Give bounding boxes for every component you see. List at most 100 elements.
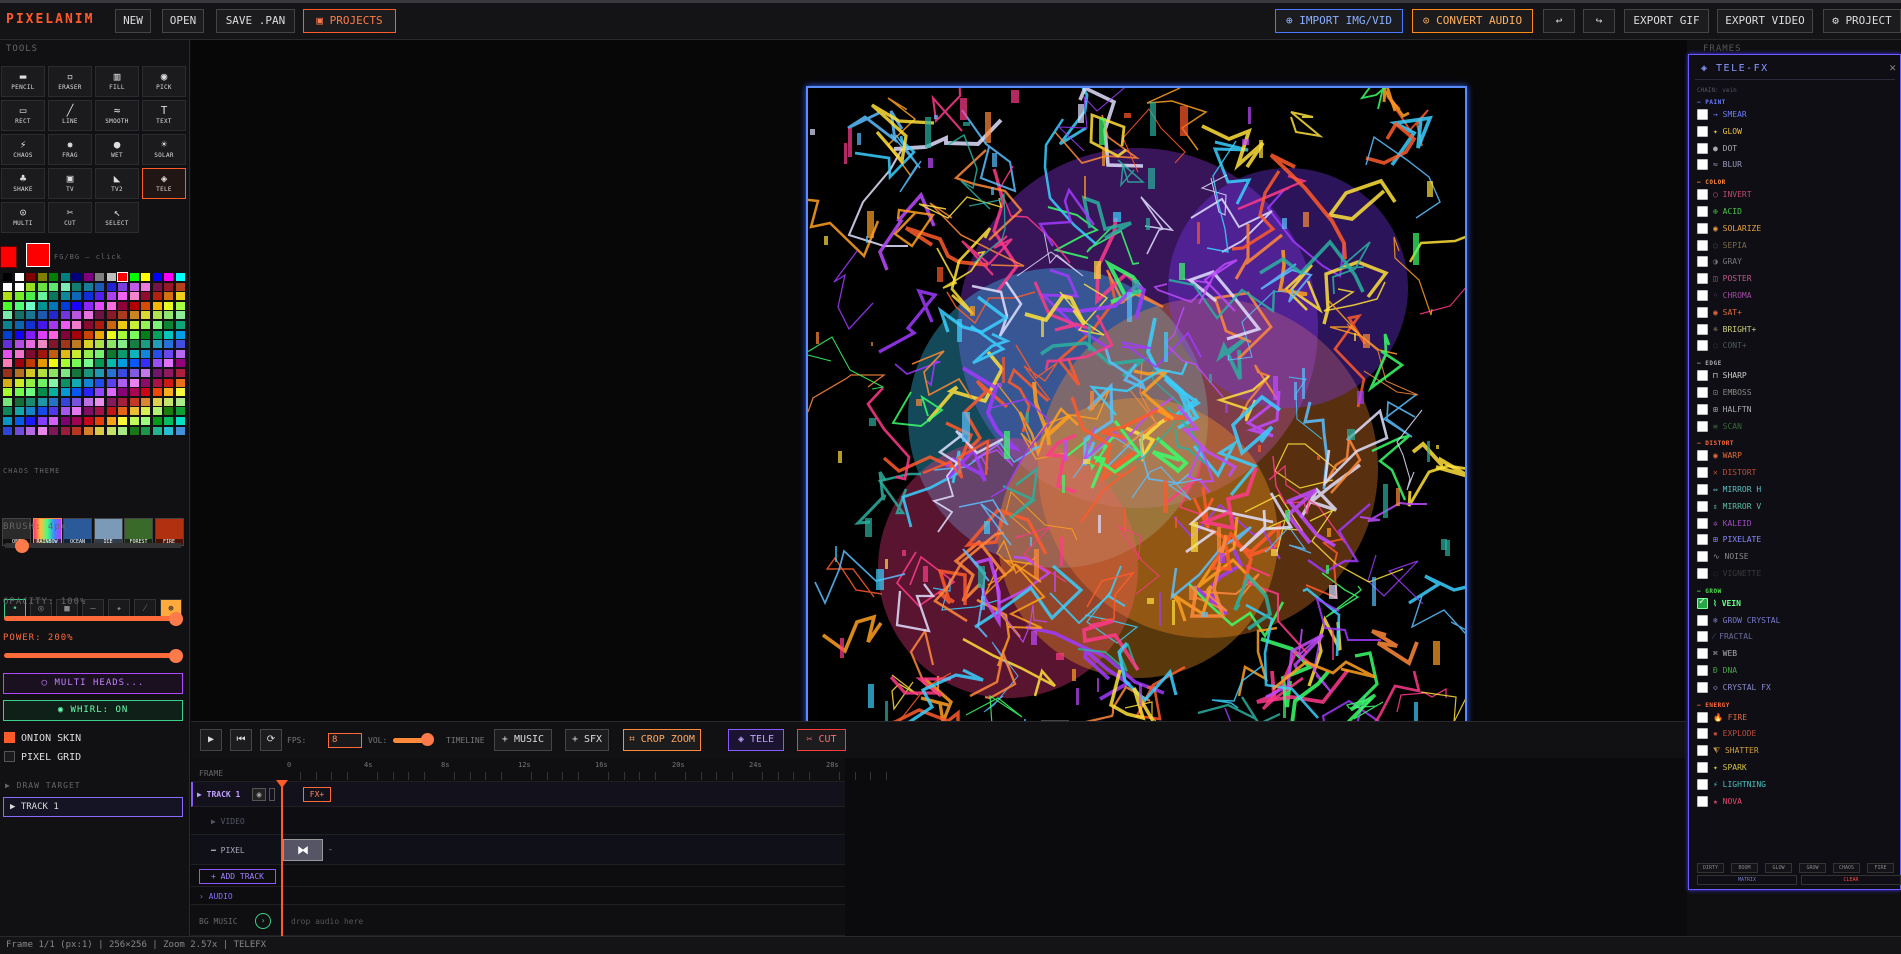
drop-audio-zone[interactable]: drop audio here	[291, 917, 363, 926]
palette-swatch[interactable]	[72, 378, 81, 387]
palette-swatch[interactable]	[175, 321, 185, 329]
palette-swatch[interactable]	[26, 378, 35, 387]
undo-button[interactable]: ↩	[1543, 9, 1575, 33]
palette-swatch[interactable]	[175, 301, 185, 310]
palette-swatch[interactable]	[60, 407, 70, 416]
palette-swatch[interactable]	[14, 397, 24, 406]
palette-swatch[interactable]	[60, 388, 70, 397]
palette-swatch[interactable]	[95, 349, 104, 358]
palette-swatch[interactable]	[118, 426, 127, 435]
palette-swatch[interactable]	[72, 426, 81, 435]
palette-swatch[interactable]	[83, 426, 93, 435]
palette-swatch[interactable]	[49, 369, 58, 377]
preset-fire[interactable]: FIRE	[1867, 863, 1894, 873]
palette-swatch[interactable]	[141, 369, 150, 377]
palette-swatch[interactable]	[72, 311, 81, 320]
tele-button[interactable]: ◈ TELE	[728, 729, 784, 751]
fps-input[interactable]: 8	[328, 733, 362, 748]
palette-swatch[interactable]	[72, 407, 81, 416]
palette-swatch[interactable]	[72, 340, 81, 349]
palette-swatch[interactable]	[3, 282, 12, 291]
palette-swatch[interactable]	[37, 340, 47, 349]
palette-swatch[interactable]	[175, 378, 185, 387]
fx-checkbox[interactable]	[1697, 370, 1708, 382]
palette-swatch[interactable]	[95, 330, 104, 339]
palette-swatch[interactable]	[83, 388, 93, 397]
fx-checkbox[interactable]	[1697, 484, 1708, 495]
palette-swatch[interactable]	[152, 311, 162, 320]
opacity-slider-thumb[interactable]	[169, 612, 183, 626]
palette-swatch[interactable]	[49, 321, 58, 329]
palette-swatch[interactable]	[141, 340, 150, 349]
timeline-ruler[interactable]: FRAME 0 4s 8s 12s 16s 20s 24s 28s	[191, 758, 887, 782]
palette-swatch[interactable]	[95, 426, 104, 435]
palette-swatch[interactable]	[37, 321, 47, 329]
palette-swatch[interactable]	[3, 349, 12, 358]
fx-checkbox[interactable]	[1697, 648, 1708, 660]
palette-swatch[interactable]	[14, 301, 24, 310]
palette-swatch[interactable]	[95, 369, 104, 377]
palette-swatch[interactable]	[83, 378, 93, 387]
palette-swatch[interactable]	[37, 426, 47, 435]
palette-swatch[interactable]	[83, 349, 93, 358]
palette-swatch[interactable]	[3, 273, 12, 281]
preset-grow[interactable]: GROW	[1799, 863, 1826, 873]
palette-swatch[interactable]	[3, 359, 12, 368]
palette-swatch[interactable]	[152, 330, 162, 339]
preset-glow[interactable]: GLOW	[1765, 863, 1792, 873]
palette-swatch[interactable]	[95, 282, 104, 291]
audio-row[interactable]: › AUDIO	[191, 887, 845, 905]
tool-multi[interactable]: ⊙ MULTI	[1, 202, 45, 233]
opacity-slider-track[interactable]	[4, 616, 182, 621]
palette-swatch[interactable]	[37, 388, 47, 397]
palette-swatch[interactable]	[14, 407, 24, 416]
palette-swatch[interactable]	[106, 273, 116, 281]
palette-swatch[interactable]	[14, 311, 24, 320]
palette-swatch[interactable]	[83, 407, 93, 416]
project-button[interactable]: ⚙ PROJECT	[1823, 9, 1901, 33]
draw-target-title[interactable]: ▶ DRAW TARGET	[5, 781, 81, 790]
palette-swatch[interactable]	[164, 397, 173, 406]
palette-swatch[interactable]	[106, 426, 116, 435]
fx-checkbox[interactable]	[1697, 256, 1708, 268]
palette-swatch[interactable]	[14, 273, 24, 281]
palette-swatch[interactable]	[72, 359, 81, 368]
palette-swatch[interactable]	[60, 426, 70, 435]
palette-swatch[interactable]	[72, 330, 81, 339]
palette-swatch[interactable]	[164, 292, 173, 301]
palette-swatch[interactable]	[152, 340, 162, 349]
import-button[interactable]: ⊕ IMPORT IMG/VID	[1275, 9, 1403, 33]
palette-swatch[interactable]	[164, 301, 173, 310]
palette-swatch[interactable]	[37, 273, 47, 281]
palette-swatch[interactable]	[118, 311, 127, 320]
palette-swatch[interactable]	[152, 378, 162, 387]
fx-checkbox[interactable]	[1697, 631, 1708, 643]
palette-swatch[interactable]	[152, 397, 162, 406]
palette-swatch[interactable]	[117, 272, 128, 282]
palette-swatch[interactable]	[60, 397, 70, 406]
palette-swatch[interactable]	[175, 388, 185, 397]
fx-checkbox[interactable]	[1697, 420, 1708, 432]
palette-swatch[interactable]	[3, 407, 12, 416]
palette-swatch[interactable]	[14, 359, 24, 368]
palette-swatch[interactable]	[14, 292, 24, 301]
palette-swatch[interactable]	[26, 407, 35, 416]
palette-swatch[interactable]	[118, 369, 127, 377]
palette-swatch[interactable]	[164, 330, 173, 339]
eye-icon[interactable]: ◉	[252, 788, 266, 801]
fx-checkbox[interactable]	[1697, 596, 1708, 609]
palette-swatch[interactable]	[72, 273, 81, 281]
fx-checkbox[interactable]	[1697, 387, 1708, 398]
chaos-theme-ocean[interactable]: OCEAN	[63, 518, 92, 546]
palette-swatch[interactable]	[118, 321, 127, 329]
new-button[interactable]: NEW	[115, 9, 151, 33]
fx-checkbox[interactable]	[1697, 125, 1708, 137]
fx-checkbox[interactable]	[1697, 189, 1708, 201]
palette-swatch[interactable]	[118, 388, 127, 397]
palette-swatch[interactable]	[141, 359, 150, 368]
palette-swatch[interactable]	[106, 340, 116, 349]
palette-swatch[interactable]	[60, 369, 70, 377]
tool-eraser[interactable]: ▫ ERASER	[48, 66, 92, 97]
chaos-theme-ice[interactable]: ICE	[93, 518, 123, 546]
palette-swatch[interactable]	[164, 359, 173, 368]
